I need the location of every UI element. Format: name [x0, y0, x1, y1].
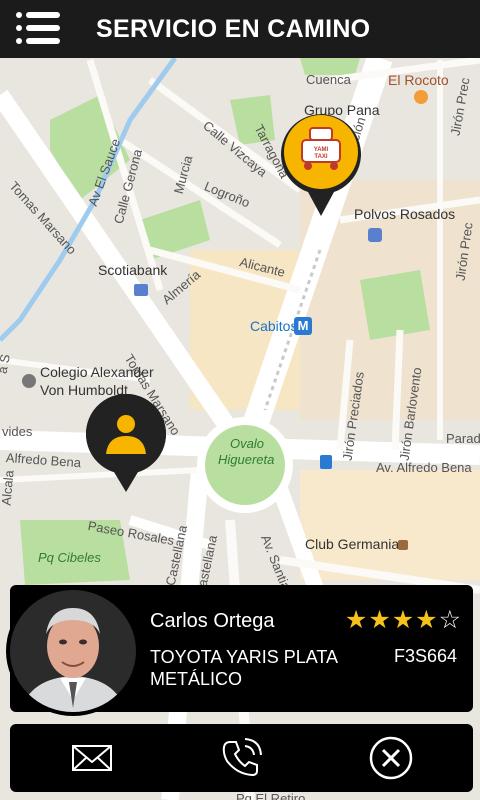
- close-circle-icon: [369, 736, 413, 780]
- envelope-icon: [72, 745, 112, 771]
- app-header: SERVICIO EN CAMINO: [0, 0, 480, 58]
- taxi-sign-text: YAMI TAXI: [313, 147, 329, 160]
- club-icon[interactable]: [398, 540, 408, 550]
- place-club-germania[interactable]: Club Germania: [305, 536, 399, 552]
- street-label-vides: vides: [2, 424, 33, 439]
- call-button[interactable]: [217, 734, 265, 782]
- place-colegio-line1[interactable]: Colegio Alexander: [40, 364, 154, 380]
- shopping-icon[interactable]: [368, 228, 382, 242]
- place-ovalo-line2[interactable]: Higuereta: [218, 452, 274, 467]
- driver-avatar: [6, 586, 140, 716]
- driver-name: Carlos Ortega: [150, 610, 275, 632]
- driver-rating: ★ ★ ★ ★ ☆: [345, 607, 461, 633]
- star-icon: ★: [368, 606, 391, 634]
- street-label-pq-el-retiro: Pq El Retiro: [236, 791, 306, 800]
- page-title: SERVICIO EN CAMINO: [96, 15, 371, 43]
- place-polvos-rosados[interactable]: Polvos Rosados: [354, 206, 455, 222]
- taxi-location-pin[interactable]: YAMI TAXI: [280, 110, 362, 218]
- place-pq-cibeles[interactable]: Pq Cibeles: [38, 550, 101, 565]
- cancel-button[interactable]: [367, 734, 415, 782]
- street-label-av-alfredo-benavides: Av. Alfredo Bena: [376, 460, 472, 475]
- message-button[interactable]: [68, 734, 116, 782]
- place-el-rocoto[interactable]: El Rocoto: [388, 72, 449, 88]
- bank-icon[interactable]: [134, 284, 148, 296]
- star-icon: ★: [344, 606, 368, 634]
- star-outline-icon: ☆: [438, 606, 461, 634]
- bus-stop-icon[interactable]: [320, 455, 332, 469]
- metro-station-icon[interactable]: M: [294, 317, 312, 335]
- street-label-parade: Parade: [446, 431, 480, 446]
- phone-icon: [222, 738, 262, 777]
- school-icon[interactable]: [22, 374, 36, 388]
- car-description: TOYOTA YARIS PLATA METÁLICO: [150, 647, 338, 689]
- street-label-cuenca: Cuenca: [306, 72, 351, 87]
- place-ovalo-line1[interactable]: Ovalo: [230, 436, 264, 451]
- star-icon: ★: [391, 606, 415, 634]
- user-location-pin[interactable]: [84, 394, 168, 494]
- place-cabitos[interactable]: Cabitos: [250, 318, 297, 334]
- action-bar: [10, 724, 473, 792]
- hamburger-menu-icon[interactable]: [16, 10, 60, 46]
- restaurant-icon[interactable]: [414, 90, 428, 104]
- place-scotiabank[interactable]: Scotiabank: [98, 262, 167, 278]
- license-plate: F3S664: [393, 646, 457, 666]
- star-icon: ★: [415, 606, 438, 634]
